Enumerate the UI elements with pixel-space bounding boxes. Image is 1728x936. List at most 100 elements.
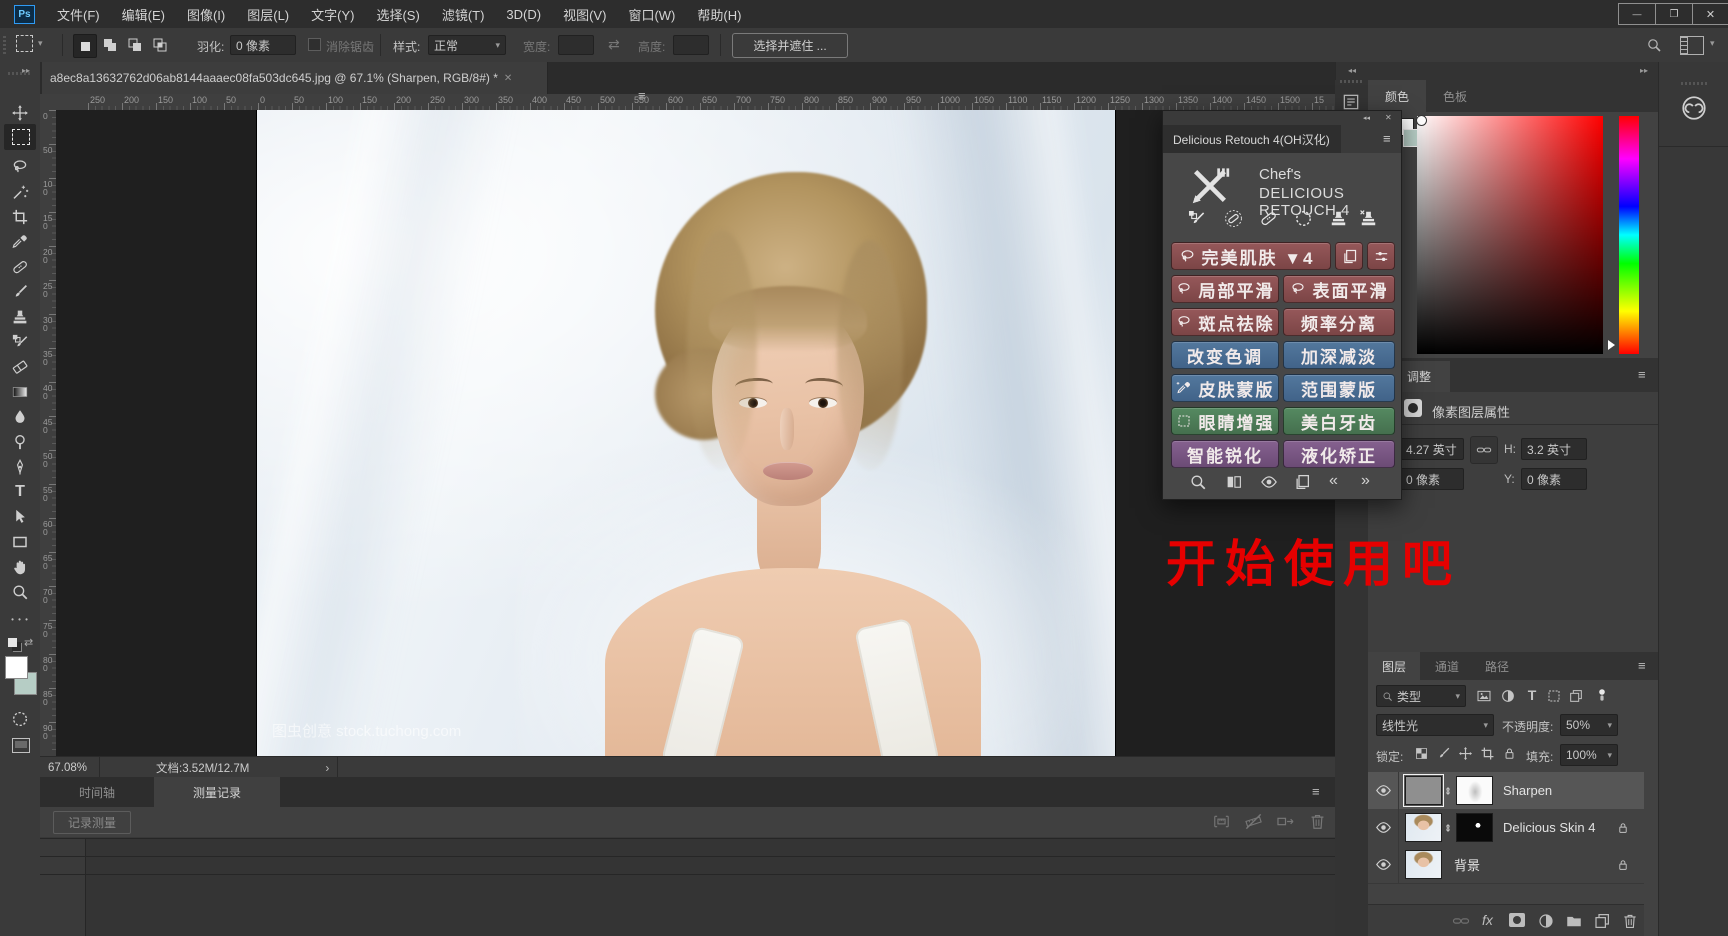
menu-item-filter[interactable]: 滤镜(T) [431, 0, 496, 28]
lock-position-icon[interactable] [1458, 746, 1473, 761]
filter-shape-layers-icon[interactable] [1546, 688, 1562, 704]
collapsed-panel-icon[interactable] [1341, 92, 1361, 112]
measurement-table[interactable] [40, 838, 1335, 936]
menu-item-edit[interactable]: 编辑(E) [111, 0, 176, 28]
lock-all-icon[interactable] [1502, 746, 1517, 761]
filter-adjustment-layers-icon[interactable] [1500, 688, 1516, 704]
new-layer-icon[interactable] [1593, 912, 1611, 930]
style-select[interactable]: 正常 [428, 35, 506, 55]
height-value-field[interactable]: 3.2 英寸 [1521, 438, 1587, 460]
liquify-button[interactable]: 液化矫正 [1283, 440, 1395, 468]
ruler-corner[interactable] [40, 94, 57, 111]
options-grip[interactable] [3, 36, 6, 54]
move-tool[interactable] [11, 104, 29, 122]
document-tab[interactable]: a8ec8a13632762d06ab8144aaaec08fa503dc645… [42, 62, 548, 94]
menu-item-image[interactable]: 图像(I) [176, 0, 236, 28]
link-layers-icon[interactable] [1452, 912, 1470, 930]
visibility-toggle[interactable] [1368, 809, 1399, 846]
layer-mask-thumbnail[interactable] [1456, 813, 1493, 842]
tab-layers[interactable]: 图层 [1368, 652, 1420, 680]
skin-mask-button[interactable]: 皮肤蒙版 [1171, 374, 1279, 402]
dodge-tool[interactable] [11, 433, 29, 451]
panel-menu-icon[interactable] [1638, 658, 1646, 673]
layer-thumbnail[interactable] [1405, 813, 1442, 842]
foreground-color-swatch[interactable] [5, 656, 28, 679]
dodge-burn-button[interactable]: 加深减淡 [1283, 341, 1395, 369]
perfect-skin-button[interactable]: 完美肌肤 ▼4 [1171, 242, 1331, 270]
layer-row-sharpen[interactable]: Sharpen [1368, 772, 1644, 810]
eyedropper-tool[interactable] [11, 233, 29, 251]
width-value-field[interactable]: 4.27 英寸 [1400, 438, 1464, 460]
filter-type-layers-icon[interactable]: T [1524, 687, 1540, 703]
tab-close-icon[interactable]: ✕ [504, 73, 512, 84]
window-close-button[interactable] [1692, 3, 1728, 25]
menu-item-view[interactable]: 视图(V) [552, 0, 617, 28]
layer-name[interactable]: Sharpen [1503, 783, 1552, 798]
tab-measurement-log[interactable]: 测量记录 [154, 777, 280, 807]
copy-layer-button[interactable] [1335, 242, 1363, 270]
selection-mode-intersect[interactable] [149, 34, 171, 56]
history-brush-tool[interactable] [11, 333, 29, 351]
spot-removal-button[interactable]: 斑点祛除 [1171, 308, 1279, 336]
selection-mode-subtract[interactable] [124, 34, 146, 56]
select-and-mask-button[interactable]: 选择并遮住 ... [732, 33, 848, 58]
link-dimensions-button[interactable] [1470, 436, 1498, 464]
quick-selection-tool[interactable] [11, 183, 29, 201]
zoom-level[interactable]: 67.08% [48, 762, 87, 774]
lock-artboard-icon[interactable] [1480, 746, 1495, 761]
x-value-field[interactable]: 0 像素 [1400, 468, 1464, 490]
gradient-tool[interactable] [11, 383, 29, 401]
delete-measurements-icon[interactable] [1308, 812, 1327, 831]
selection-mode-add[interactable] [99, 34, 121, 56]
local-smooth-button[interactable]: 局部平滑 [1171, 275, 1279, 303]
preview-eye-icon[interactable] [1260, 473, 1278, 491]
deselect-measurement-icon[interactable] [1244, 812, 1263, 831]
previous-page-icon[interactable] [1329, 472, 1338, 490]
healing-dashed-icon[interactable] [1224, 209, 1243, 228]
menu-item-help[interactable]: 帮助(H) [686, 0, 752, 28]
quick-mask-button[interactable] [11, 710, 29, 728]
lasso-tool[interactable] [11, 158, 29, 176]
screen-mode-button[interactable] [12, 738, 30, 753]
frequency-separation-button[interactable]: 频率分离 [1283, 308, 1395, 336]
lock-transparency-icon[interactable] [1414, 746, 1429, 761]
hue-slider-marker[interactable] [1608, 340, 1615, 350]
layer-mask-thumbnail[interactable] [1456, 776, 1493, 805]
delete-layer-icon[interactable] [1621, 912, 1639, 930]
clone-stamp-icon[interactable] [1329, 209, 1348, 228]
tab-color[interactable]: 颜色 [1368, 80, 1426, 112]
visibility-toggle[interactable] [1368, 772, 1399, 809]
record-measurements-button[interactable]: 记录测量 [53, 811, 131, 834]
toolbar-grip[interactable] [8, 72, 32, 75]
height-input[interactable] [673, 35, 709, 55]
y-value-field[interactable]: 0 像素 [1521, 468, 1587, 490]
clone-stamp-tool[interactable] [11, 308, 29, 326]
menu-item-3d[interactable]: 3D(D) [495, 0, 552, 28]
feather-input[interactable]: 0 像素 [230, 35, 296, 55]
antialias-checkbox[interactable] [308, 38, 321, 51]
pen-tool[interactable] [11, 458, 29, 476]
layer-filter-select[interactable]: 类型 [1376, 685, 1466, 707]
swap-dimensions-icon[interactable] [608, 36, 620, 53]
selection-mode-new[interactable] [73, 34, 97, 58]
healing-icon[interactable] [1259, 209, 1278, 228]
tool-preset-picker[interactable] [16, 35, 43, 52]
canvas-viewport[interactable]: 图虫创意 stock.tuchong.com [56, 110, 1335, 756]
chevron-down-icon[interactable] [1710, 38, 1715, 49]
menu-item-window[interactable]: 窗口(W) [617, 0, 686, 28]
window-maximize-button[interactable] [1655, 3, 1693, 25]
status-expander-icon[interactable] [325, 761, 329, 775]
rectangle-tool[interactable] [11, 533, 29, 551]
path-select-tool[interactable] [11, 508, 29, 526]
new-adjustment-layer-icon[interactable] [1537, 912, 1555, 930]
rectangular-marquee-tool[interactable] [4, 124, 36, 150]
layer-thumbnail[interactable] [1405, 776, 1442, 805]
panel-collapse-icon[interactable] [1363, 114, 1370, 122]
select-measurement-icon[interactable] [1212, 812, 1231, 831]
layer-style-icon[interactable]: fx [1482, 912, 1493, 928]
menu-item-file[interactable]: 文件(F) [46, 0, 111, 28]
filter-pixel-layers-icon[interactable] [1476, 688, 1492, 704]
panel-menu-icon[interactable] [638, 88, 646, 103]
mixer-brush-icon[interactable] [1187, 209, 1206, 228]
panel-menu-icon[interactable] [1312, 784, 1320, 799]
